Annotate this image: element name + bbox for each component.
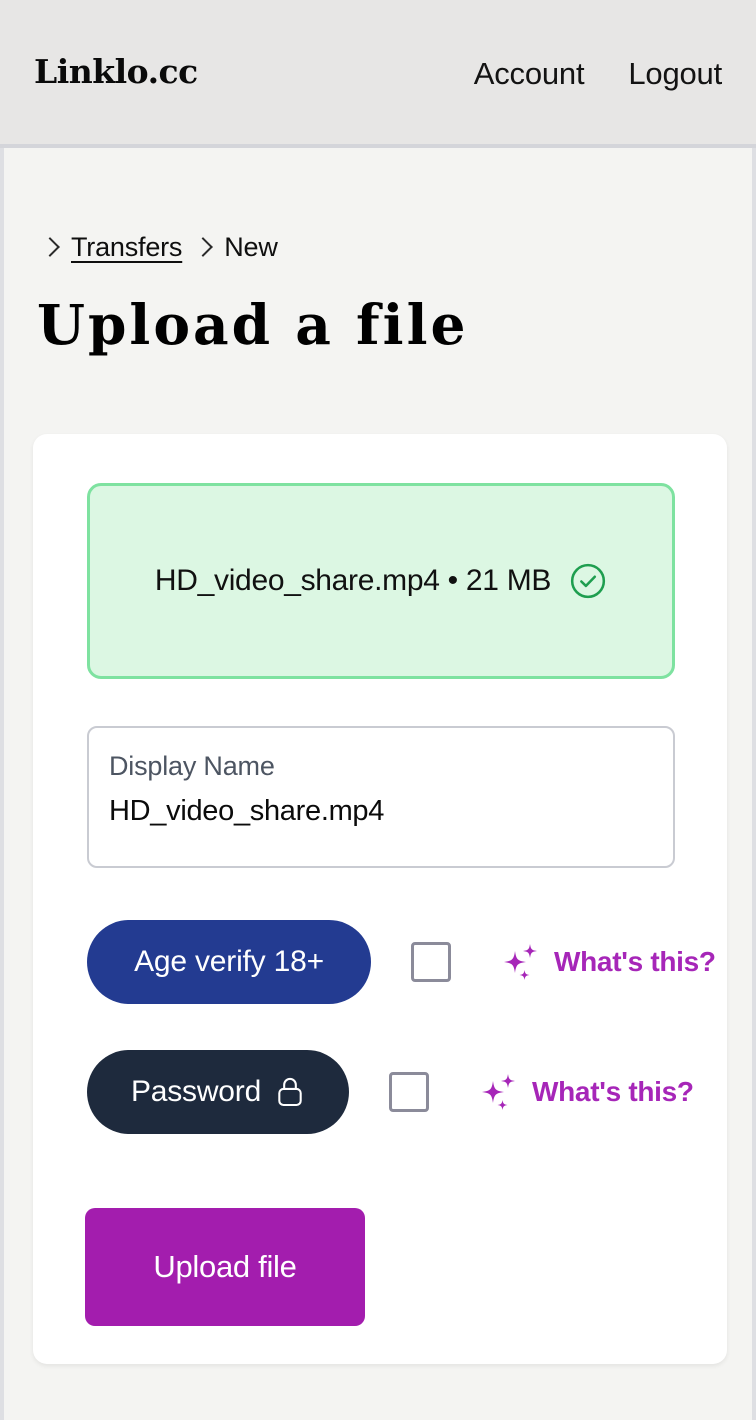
chevron-right-icon [195,235,211,261]
lock-icon [278,1077,302,1107]
file-dropzone[interactable]: HD_video_share.mp4 • 21 MB [87,483,675,679]
nav-logout[interactable]: Logout [628,56,722,92]
age-verify-help-label: What's this? [554,946,716,977]
upload-file-button[interactable]: Upload file [85,1208,365,1326]
age-verify-checkbox[interactable] [411,942,451,982]
age-verify-row: Age verify 18+ What's this? [87,920,716,1004]
page-title: Upload a file [37,292,469,357]
site-logo[interactable]: Linklo.cc [34,52,198,91]
upload-card: HD_video_share.mp4 • 21 MB Display Name … [33,434,727,1364]
nav-account[interactable]: Account [474,56,585,92]
age-verify-label: Age verify 18+ [134,945,324,978]
site-header: Linklo.cc Account Logout [0,0,756,148]
password-row: Password What's this? [87,1050,694,1134]
password-checkbox[interactable] [389,1072,429,1112]
breadcrumb: Transfers New [42,232,278,263]
breadcrumb-transfers[interactable]: Transfers [71,232,182,263]
password-help[interactable]: What's this? [477,1070,694,1114]
display-name-input[interactable]: HD_video_share.mp4 [109,794,653,829]
password-help-label: What's this? [532,1076,694,1107]
age-verify-help[interactable]: What's this? [499,940,716,984]
age-verify-button[interactable]: Age verify 18+ [87,920,371,1004]
sparkles-icon [482,1074,515,1110]
selected-file-summary: HD_video_share.mp4 • 21 MB [154,564,552,597]
display-name-label: Display Name [109,751,275,781]
password-button[interactable]: Password [87,1050,349,1134]
password-label: Password [130,1075,262,1108]
page-root: Linklo.cc Account Logout Transfers New U… [0,0,756,1420]
check-circle-icon [571,563,606,599]
breadcrumb-current: New [224,232,278,262]
main-nav: Account Logout [474,56,722,92]
display-name-field[interactable]: Display Name HD_video_share.mp4 [87,726,675,868]
chevron-right-icon [42,235,58,261]
sparkles-icon [504,944,537,980]
